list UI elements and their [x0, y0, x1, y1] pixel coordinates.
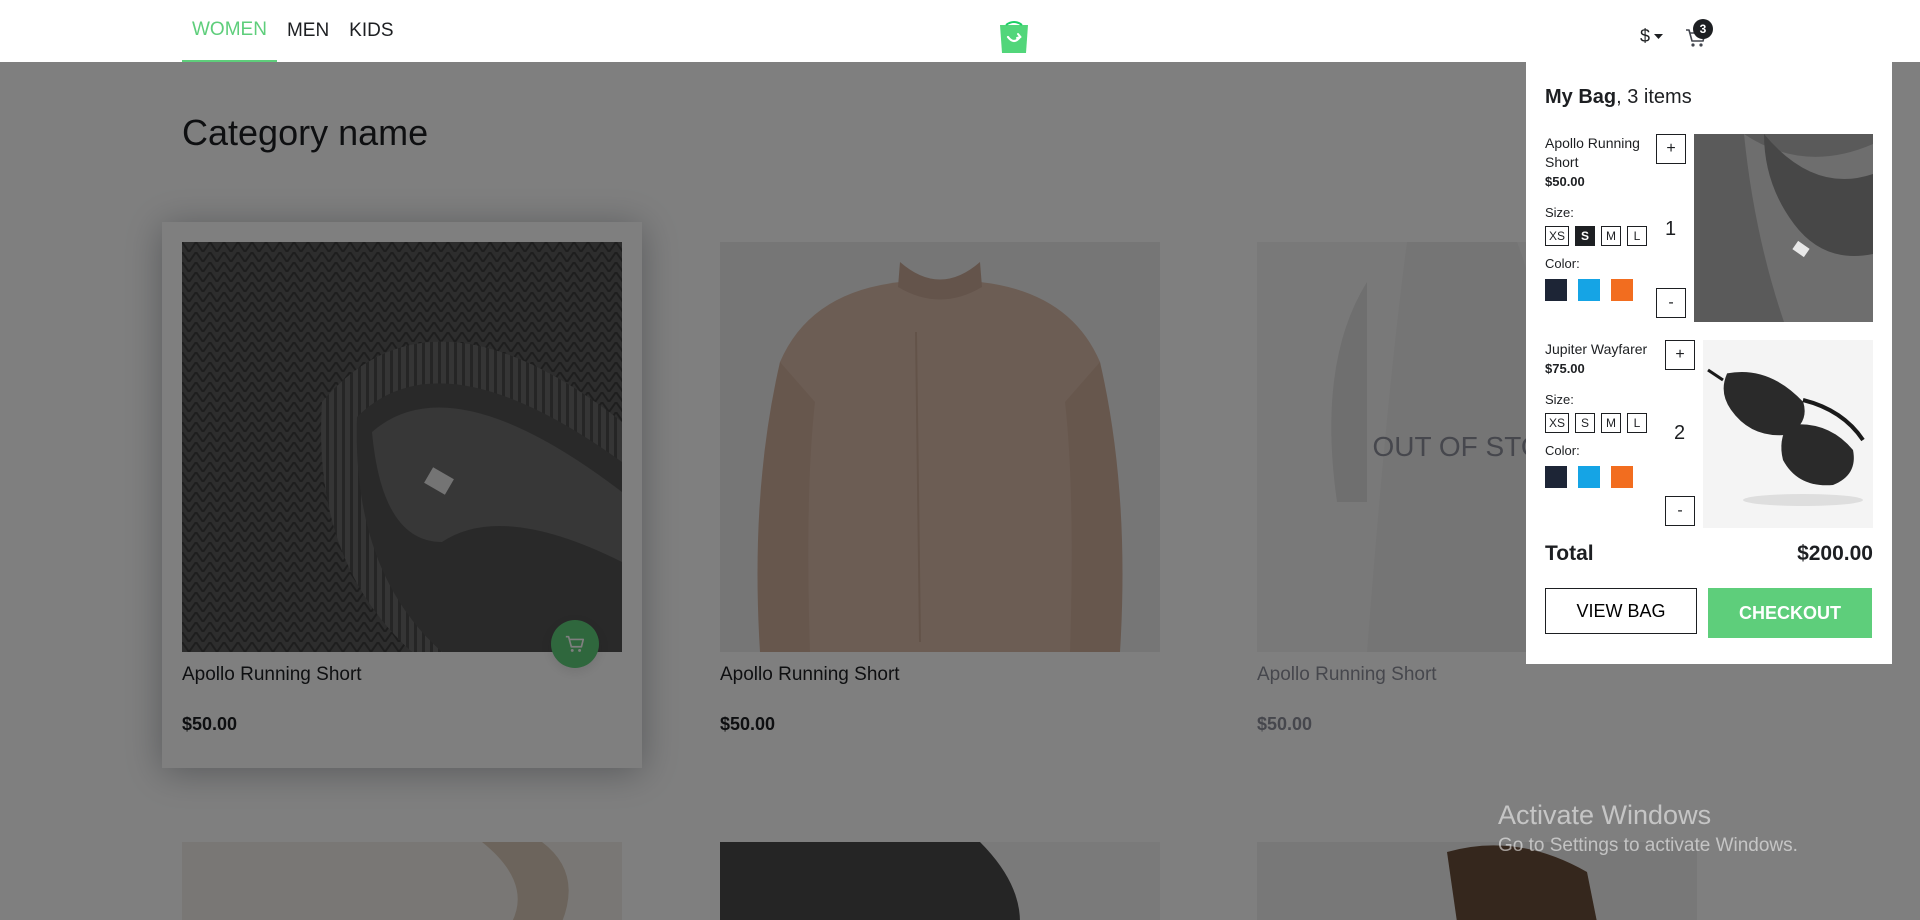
- color-swatch-blue[interactable]: [1578, 279, 1600, 301]
- size-option-m[interactable]: M: [1601, 226, 1622, 246]
- item-quantity: 1: [1665, 218, 1677, 240]
- decrease-quantity-button[interactable]: -: [1665, 496, 1695, 526]
- color-swatch-orange[interactable]: [1611, 466, 1633, 488]
- color-swatch-blue[interactable]: [1578, 466, 1600, 488]
- size-option-m[interactable]: M: [1601, 413, 1622, 433]
- cart-item-image: [1703, 340, 1873, 528]
- category-nav: WOMEN MEN KIDS: [182, 0, 404, 62]
- size-option-xs[interactable]: XS: [1545, 226, 1570, 246]
- size-option-xs[interactable]: XS: [1545, 413, 1570, 433]
- view-bag-button[interactable]: VIEW BAG: [1545, 588, 1697, 634]
- watermark-subtitle: Go to Settings to activate Windows.: [1498, 835, 1798, 856]
- header: WOMEN MEN KIDS $ 3: [0, 0, 1920, 62]
- chevron-down-icon: [1654, 33, 1664, 39]
- minicart-heading: My Bag: [1545, 86, 1617, 108]
- minicart: My Bag, 3 items Apollo Running Short $50…: [1526, 62, 1892, 664]
- color-swatch-navy[interactable]: [1545, 466, 1567, 488]
- total-value: $200.00: [1797, 542, 1873, 565]
- size-option-l[interactable]: L: [1627, 413, 1648, 433]
- cart-item-image: [1694, 134, 1873, 322]
- cart-count-badge[interactable]: 3: [1693, 19, 1713, 39]
- size-option-s[interactable]: S: [1575, 226, 1596, 246]
- minicart-item-count: , 3 items: [1616, 86, 1692, 108]
- checkout-button[interactable]: CHECKOUT: [1708, 588, 1872, 638]
- nav-item-men[interactable]: MEN: [277, 0, 339, 62]
- item-quantity: 2: [1674, 422, 1686, 444]
- currency-symbol: $: [1640, 26, 1651, 46]
- decrease-quantity-button[interactable]: -: [1656, 288, 1686, 318]
- increase-quantity-button[interactable]: +: [1656, 134, 1686, 164]
- cart-item-name: Apollo Running Short: [1545, 135, 1640, 170]
- color-swatch-navy[interactable]: [1545, 279, 1567, 301]
- increase-quantity-button[interactable]: +: [1665, 340, 1695, 370]
- windows-activation-watermark: Activate Windows Go to Settings to activ…: [1498, 800, 1798, 857]
- cart-item: Jupiter Wayfarer $75.00 Size: XS S M L C…: [1545, 340, 1873, 528]
- size-option-l[interactable]: L: [1627, 226, 1648, 246]
- cart-item: Apollo Running Short $50.00 Size: XS S M…: [1545, 134, 1873, 322]
- currency-switcher[interactable]: $: [1640, 26, 1664, 47]
- color-swatch-orange[interactable]: [1611, 279, 1633, 301]
- minicart-title: My Bag, 3 items: [1545, 86, 1692, 109]
- green-bag-logo-icon[interactable]: [996, 19, 1032, 55]
- cart-item-name: Jupiter Wayfarer: [1545, 341, 1648, 357]
- size-option-s[interactable]: S: [1575, 413, 1596, 433]
- nav-item-women[interactable]: WOMEN: [182, 0, 277, 62]
- total-label: Total: [1545, 542, 1594, 565]
- nav-item-kids[interactable]: KIDS: [339, 0, 403, 62]
- watermark-title: Activate Windows: [1498, 800, 1712, 830]
